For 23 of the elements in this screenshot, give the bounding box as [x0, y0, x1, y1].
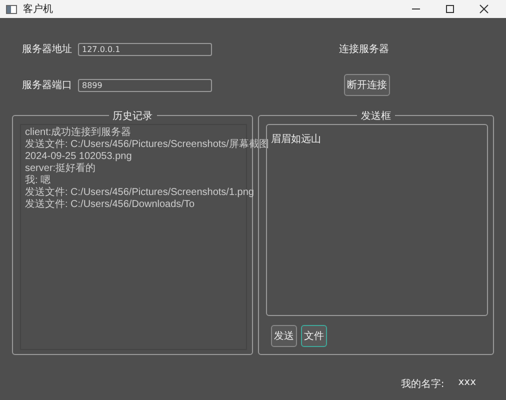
file-button[interactable]: 文件 [301, 325, 327, 347]
log-line: 2024-09-25 102053.png [25, 151, 132, 162]
log-line: 我: 嗯 [25, 175, 51, 186]
log-line: server:挺好看的 [25, 163, 96, 174]
port-label: 服务器端口 [22, 78, 73, 92]
connection-status: 连接服务器 [339, 42, 389, 56]
disconnect-button[interactable]: 断开连接 [344, 74, 390, 96]
address-label: 服务器地址 [22, 42, 73, 56]
close-icon [480, 4, 488, 14]
minimize-icon [412, 8, 420, 10]
log-line: 发送文件: C:/Users/456/Downloads/To [25, 199, 195, 211]
name-label: 我的名字: [400, 378, 444, 391]
send-title: 发送框 [357, 109, 395, 123]
address-field[interactable]: 127.0.0.1 [78, 42, 212, 56]
message-field[interactable]: 眉眉如远山 [266, 124, 488, 316]
window-title: 客户机 [23, 2, 54, 16]
maximize-icon [446, 5, 454, 13]
send-button[interactable]: 发送 [271, 325, 297, 347]
app-icon [6, 4, 17, 14]
history-title: 历史记录 [108, 109, 156, 123]
log-line: client:成功连接到服务器 [25, 127, 132, 138]
port-field[interactable]: 8899 [78, 78, 212, 92]
name-value: xxx [458, 377, 476, 390]
